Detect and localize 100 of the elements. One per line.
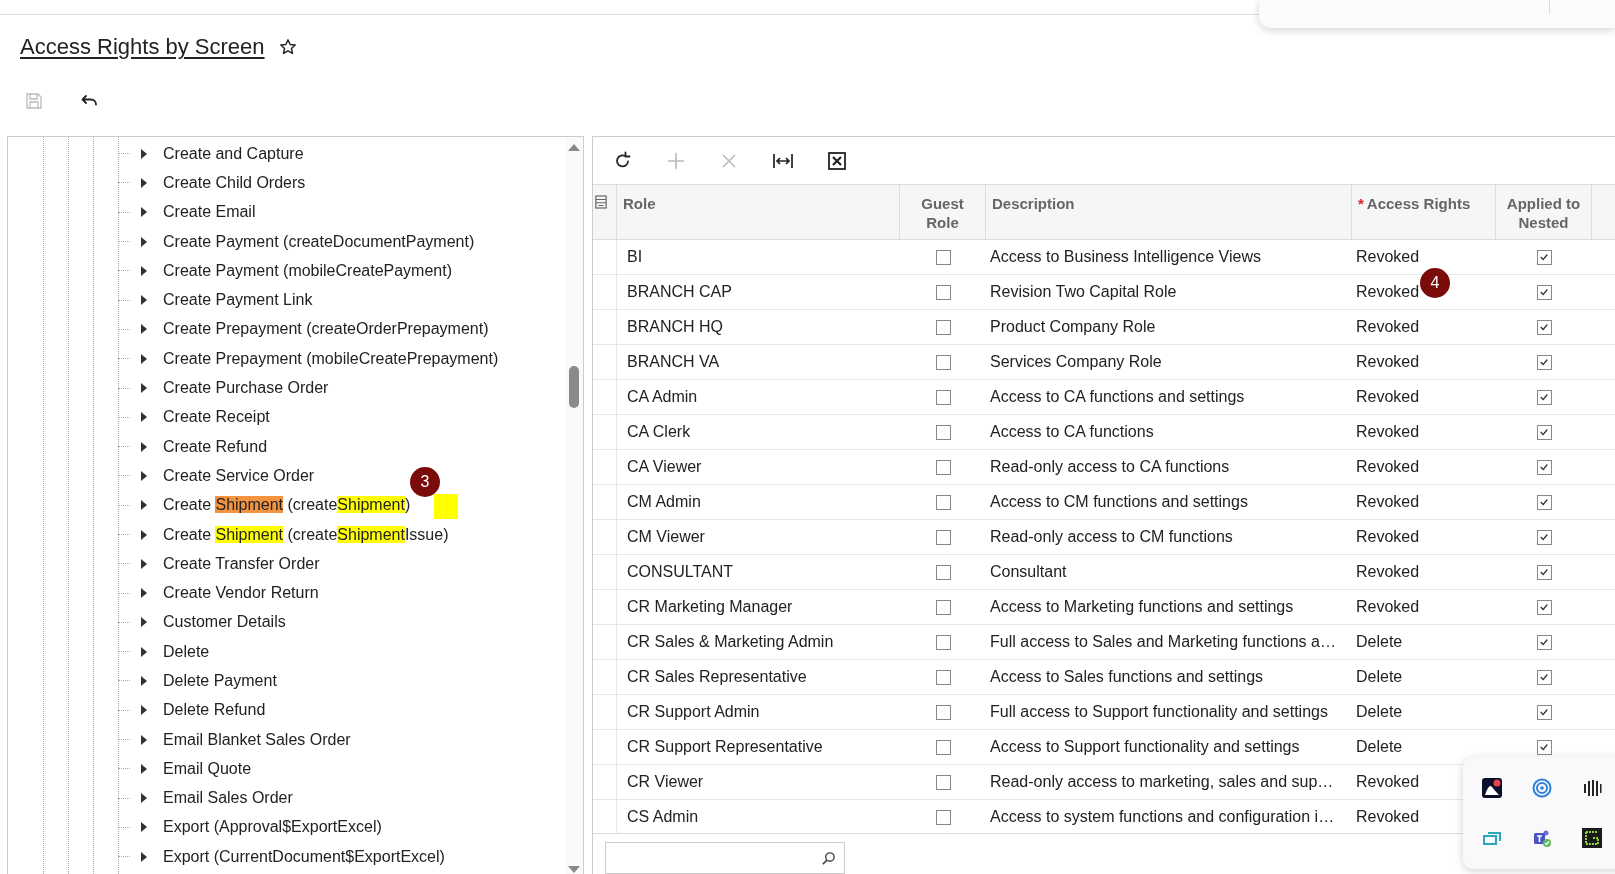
checkbox[interactable] bbox=[935, 565, 951, 580]
app-icon[interactable] bbox=[1532, 828, 1552, 848]
tree-item[interactable]: Delete bbox=[163, 642, 210, 661]
checkbox[interactable] bbox=[1536, 670, 1552, 685]
app-icon[interactable] bbox=[1482, 778, 1502, 798]
tree-item[interactable]: Email Blanket Sales Order bbox=[163, 730, 351, 749]
checkbox[interactable] bbox=[1536, 740, 1552, 755]
checkbox[interactable] bbox=[935, 425, 951, 440]
checkbox[interactable] bbox=[935, 320, 951, 335]
checkbox[interactable] bbox=[1536, 320, 1552, 335]
column-header[interactable]: Applied to Nested bbox=[1496, 185, 1592, 240]
caret-icon[interactable] bbox=[140, 265, 148, 276]
tree-item[interactable]: Create Receipt bbox=[163, 408, 270, 427]
tree-item[interactable]: Delete Refund bbox=[163, 701, 266, 720]
caret-icon[interactable] bbox=[140, 851, 148, 862]
column-header[interactable]: * Access Rights bbox=[1352, 185, 1496, 240]
checkbox[interactable] bbox=[935, 250, 951, 265]
checkbox[interactable] bbox=[935, 810, 951, 825]
checkbox[interactable] bbox=[935, 600, 951, 615]
tree-item[interactable]: Create and Capture bbox=[163, 144, 304, 163]
checkbox[interactable] bbox=[935, 670, 951, 685]
checkbox[interactable] bbox=[1536, 600, 1552, 615]
tree-item[interactable]: Export (CurrentDocument$ExportExcel) bbox=[163, 847, 445, 866]
checkbox[interactable] bbox=[1536, 390, 1552, 405]
caret-icon[interactable] bbox=[140, 412, 148, 423]
column-header[interactable]: Role bbox=[617, 185, 900, 240]
caret-icon[interactable] bbox=[140, 705, 148, 716]
scroll-up-icon[interactable] bbox=[568, 143, 580, 151]
caret-icon[interactable] bbox=[140, 383, 148, 393]
checkbox[interactable] bbox=[935, 285, 951, 300]
tree-item[interactable]: Create Vendor Return bbox=[163, 584, 319, 603]
checkbox[interactable] bbox=[1536, 565, 1552, 580]
column-header[interactable]: Guest Role bbox=[900, 185, 986, 240]
caret-icon[interactable] bbox=[140, 500, 148, 511]
checkbox[interactable] bbox=[1536, 355, 1552, 370]
checkbox[interactable] bbox=[935, 495, 951, 510]
caret-icon[interactable] bbox=[140, 529, 148, 540]
column-settings-icon[interactable] bbox=[595, 195, 607, 210]
checkbox[interactable] bbox=[1536, 425, 1552, 440]
caret-icon[interactable] bbox=[140, 353, 148, 364]
checkbox[interactable] bbox=[1536, 635, 1552, 650]
caret-icon[interactable] bbox=[140, 441, 148, 452]
search-field[interactable] bbox=[605, 842, 845, 874]
checkbox[interactable] bbox=[935, 635, 951, 650]
checkbox[interactable] bbox=[1536, 285, 1552, 300]
checkbox[interactable] bbox=[935, 390, 951, 405]
caret-icon[interactable] bbox=[140, 617, 148, 628]
caret-icon[interactable] bbox=[140, 148, 148, 159]
checkbox[interactable] bbox=[1536, 495, 1552, 510]
tree-item[interactable]: Export (Approval$ExportExcel) bbox=[163, 818, 382, 837]
checkbox[interactable] bbox=[935, 530, 951, 545]
caret-icon[interactable] bbox=[140, 734, 148, 745]
checkbox[interactable] bbox=[935, 740, 951, 755]
caret-icon[interactable] bbox=[140, 676, 148, 686]
page-title[interactable]: Access Rights by Screen bbox=[20, 34, 265, 60]
caret-icon[interactable] bbox=[140, 236, 148, 247]
caret-icon[interactable] bbox=[140, 646, 148, 657]
tree-item[interactable]: Create Payment (createDocumentPayment) bbox=[163, 232, 475, 251]
checkbox[interactable] bbox=[1536, 250, 1552, 265]
table-cell: Revoked bbox=[1356, 563, 1420, 581]
tree-item[interactable]: Create Prepayment (mobileCreatePrepayment) bbox=[163, 349, 499, 368]
checkbox[interactable] bbox=[1536, 705, 1552, 720]
tree-item[interactable]: Email Quote bbox=[163, 759, 252, 778]
tree-item[interactable]: Create Refund bbox=[163, 437, 268, 456]
tree-item[interactable]: Create Service Order bbox=[163, 466, 315, 485]
tree-item[interactable]: Delete Payment bbox=[163, 672, 277, 690]
app-icon[interactable] bbox=[1582, 778, 1602, 798]
tree-item[interactable]: Customer Details bbox=[163, 613, 286, 632]
checkbox[interactable] bbox=[935, 355, 951, 370]
caret-icon[interactable] bbox=[140, 558, 148, 569]
tree-item[interactable]: Create Transfer Order bbox=[163, 554, 320, 573]
column-header[interactable]: Description bbox=[986, 185, 1352, 240]
caret-icon[interactable] bbox=[140, 207, 148, 218]
caret-icon[interactable] bbox=[140, 295, 148, 306]
caret-icon[interactable] bbox=[140, 822, 148, 833]
checkbox[interactable] bbox=[1536, 460, 1552, 475]
checkbox[interactable] bbox=[935, 460, 951, 475]
scroll-thumb[interactable] bbox=[569, 366, 579, 408]
tree-item[interactable]: Create Purchase Order bbox=[163, 379, 329, 397]
caret-icon[interactable] bbox=[140, 588, 148, 599]
checkbox[interactable] bbox=[935, 705, 951, 720]
tree-item[interactable]: Create Prepayment (createOrderPrepayment) bbox=[163, 320, 489, 339]
caret-icon[interactable] bbox=[140, 763, 148, 774]
app-icon[interactable] bbox=[1582, 828, 1602, 848]
caret-icon[interactable] bbox=[140, 177, 148, 188]
checkbox[interactable] bbox=[935, 775, 951, 790]
scrollbar-track[interactable] bbox=[565, 137, 583, 874]
tree-item[interactable]: Create Payment (mobileCreatePayment) bbox=[163, 261, 452, 280]
excel-icon[interactable] bbox=[827, 150, 847, 171]
search-icon[interactable] bbox=[821, 850, 836, 866]
checkbox[interactable] bbox=[1536, 530, 1552, 545]
caret-icon[interactable] bbox=[140, 324, 148, 335]
tree-item[interactable]: Email Sales Order bbox=[163, 789, 293, 808]
tree-item[interactable]: Create Email bbox=[163, 203, 256, 222]
caret-icon[interactable] bbox=[140, 793, 148, 804]
scroll-down-icon[interactable] bbox=[568, 866, 580, 874]
caret-icon[interactable] bbox=[140, 470, 148, 481]
tree-item[interactable]: Create Payment Link bbox=[163, 291, 313, 310]
star-icon[interactable] bbox=[278, 38, 297, 56]
tree-item[interactable]: Create Child Orders bbox=[163, 173, 306, 192]
